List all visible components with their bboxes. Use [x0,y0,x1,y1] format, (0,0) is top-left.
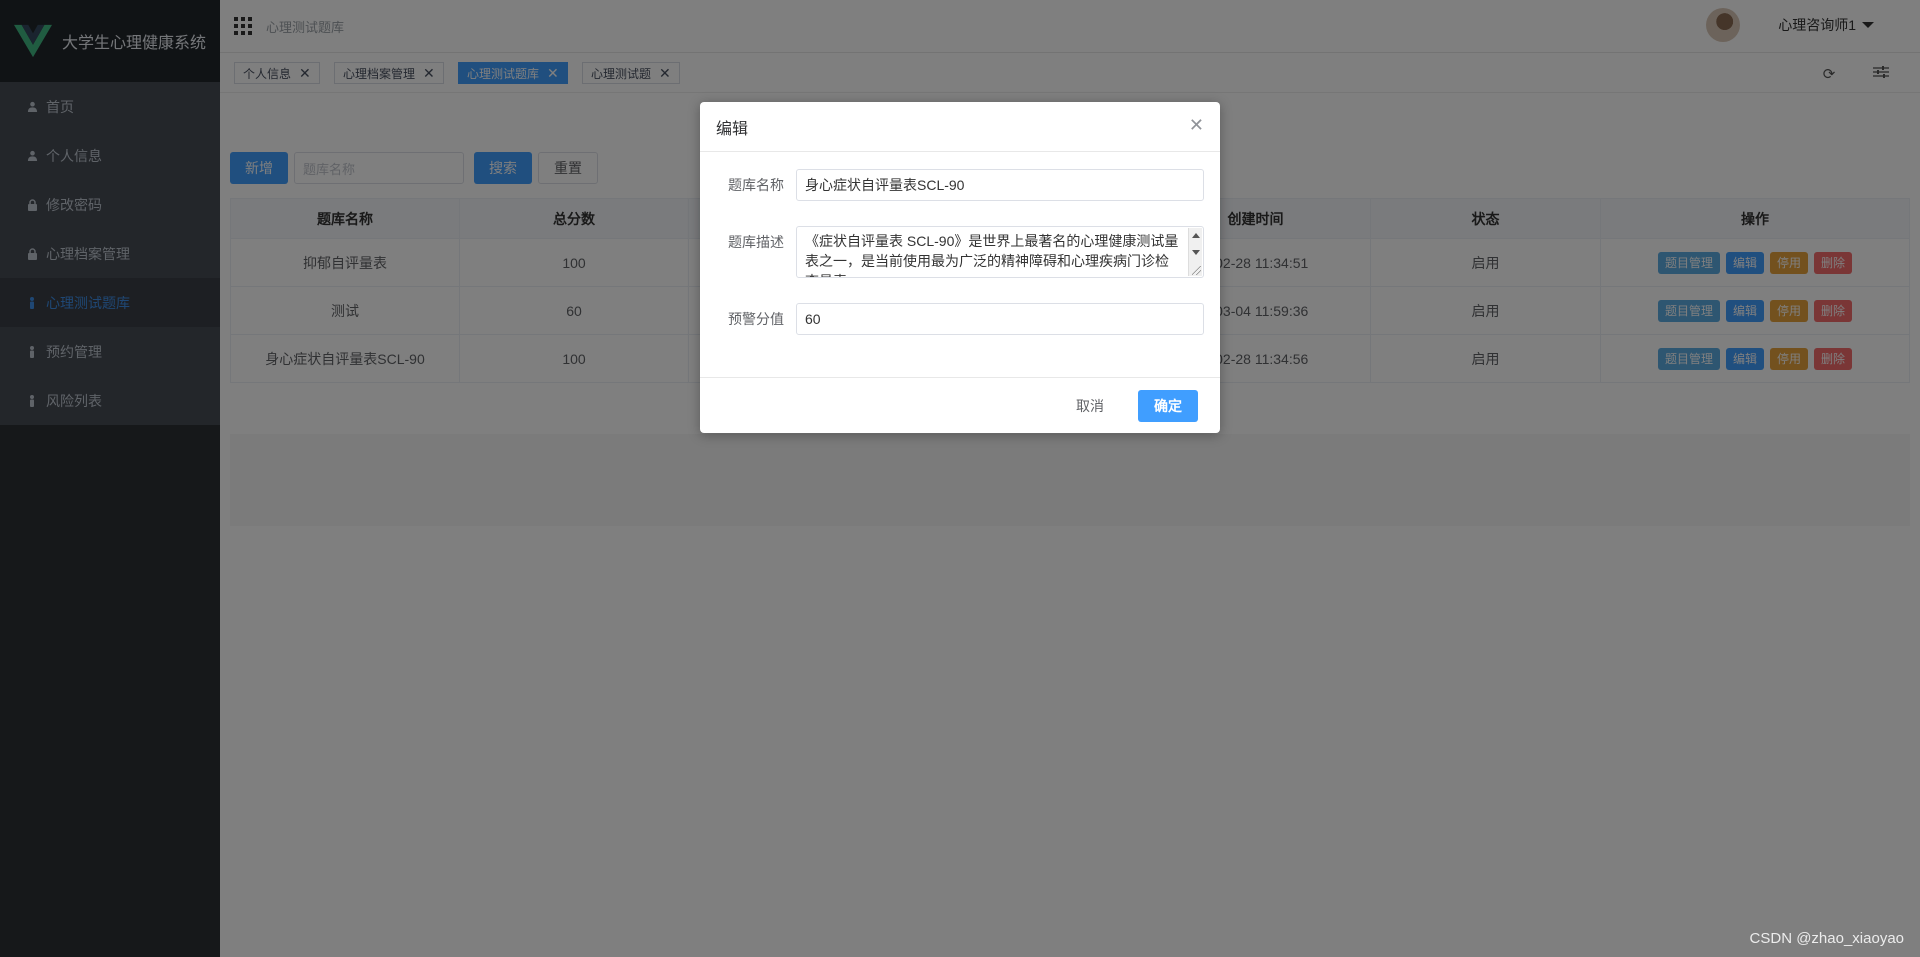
description-textarea[interactable]: 《症状自评量表 SCL-90》是世界上最著名的心理健康测试量表之一，是当前使用最… [796,226,1204,278]
dialog-title: 编辑 [716,120,749,138]
confirm-button[interactable]: 确定 [1138,390,1198,422]
resize-handle-icon[interactable] [1192,266,1201,275]
dialog-footer: 取消 确定 [700,377,1220,433]
edit-dialog: 编辑 ✕ 题库名称 身心症状自评量表SCL-90 题库描述 《症状自评量表 SC… [700,102,1220,433]
description-text: 《症状自评量表 SCL-90》是世界上最著名的心理健康测试量表之一，是当前使用最… [805,233,1179,277]
warning-score-input[interactable]: 60 [796,303,1204,335]
warning-score-label: 预警分值 [728,311,784,327]
watermark: CSDN @zhao_xiaoyao [1749,930,1904,947]
dialog-header: 编辑 ✕ [700,102,1220,152]
name-label: 题库名称 [728,177,784,193]
scroll-down-icon[interactable] [1192,250,1200,255]
name-input[interactable]: 身心症状自评量表SCL-90 [796,169,1204,201]
form-row-name: 题库名称 身心症状自评量表SCL-90 [700,169,1204,201]
description-label: 题库描述 [728,234,784,250]
scroll-up-icon[interactable] [1192,233,1200,238]
close-icon[interactable]: ✕ [1189,116,1204,134]
form-row-warning-score: 预警分值 60 [700,303,1204,335]
cancel-button[interactable]: 取消 [1068,392,1112,420]
form-row-description: 题库描述 《症状自评量表 SCL-90》是世界上最著名的心理健康测试量表之一，是… [700,226,1204,278]
